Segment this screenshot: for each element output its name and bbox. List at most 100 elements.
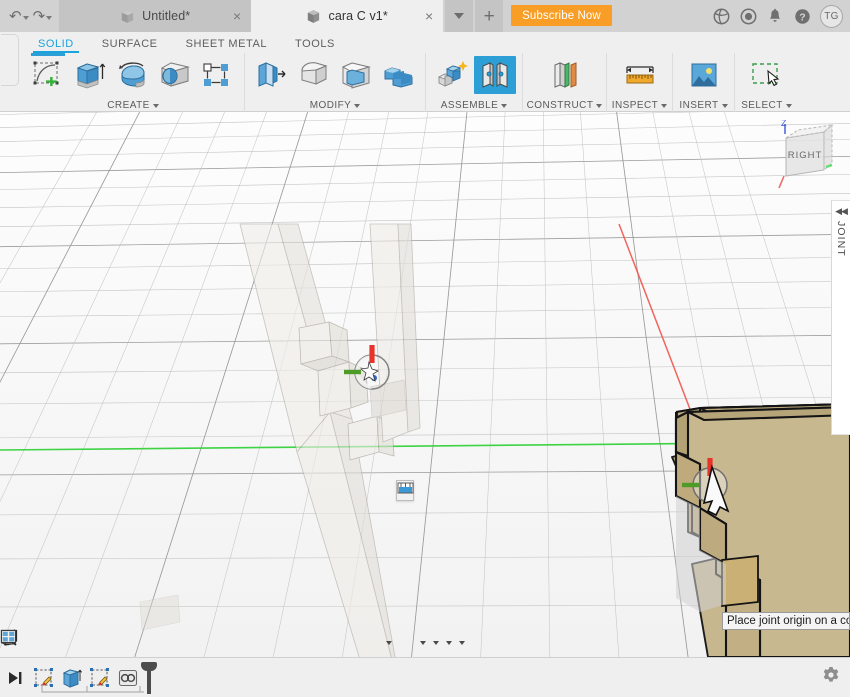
zoom-window-button[interactable]: [1, 630, 429, 654]
redo-dropdown-caret-icon[interactable]: [46, 15, 53, 20]
press-pull-icon: [258, 62, 286, 87]
chevron-down-icon: [454, 13, 465, 19]
pan-button[interactable]: [1, 629, 409, 654]
cube-icon: [121, 9, 134, 23]
document-tab-label: cara C v1*: [328, 9, 388, 23]
tab-list-button[interactable]: [445, 0, 474, 32]
chevron-down-icon: [661, 103, 668, 108]
chevron-down-icon[interactable]: [445, 641, 452, 645]
viewports-button[interactable]: [0, 629, 468, 654]
panel-inspect: INSPECT: [606, 53, 672, 112]
offset-plane-icon: [554, 62, 576, 88]
timeline-play-button[interactable]: [0, 671, 30, 685]
new-component-button[interactable]: [432, 56, 474, 94]
tab-surface[interactable]: SURFACE: [88, 38, 172, 53]
shell-button[interactable]: [335, 56, 377, 94]
joint-axis-z: [369, 345, 375, 363]
avatar[interactable]: TG: [820, 4, 843, 28]
body-pocket-face: [721, 554, 759, 608]
viewports-icon: [0, 629, 17, 644]
joint-button[interactable]: [474, 56, 516, 94]
document-tab-label: Untitled*: [142, 9, 191, 23]
close-tab-button[interactable]: ×: [233, 9, 241, 23]
joint-panel-label: JOINT: [835, 221, 847, 257]
look-at-button[interactable]: [1, 631, 402, 654]
panel-assemble: ASSEMBLE: [425, 53, 522, 112]
close-tab-button[interactable]: ×: [425, 9, 433, 23]
offset-plane-button[interactable]: [544, 56, 586, 94]
fillet-button[interactable]: [293, 56, 335, 94]
panel-label-text: SELECT: [741, 100, 783, 111]
panel-modify-label[interactable]: MODIFY: [245, 100, 425, 111]
pattern-button[interactable]: [196, 56, 238, 94]
new-tab-button[interactable]: +: [475, 0, 504, 32]
chevron-down-icon: [354, 103, 361, 108]
cube-icon: [308, 9, 320, 23]
extrude-icon: [76, 63, 106, 89]
orbit-button[interactable]: [0, 629, 395, 654]
chevron-down-icon: [596, 103, 603, 108]
joint-axis-y: [682, 482, 699, 488]
create-sketch-button[interactable]: [28, 56, 70, 94]
measure-button[interactable]: [619, 56, 661, 94]
tab-solid[interactable]: SOLID: [24, 38, 88, 53]
panel-construct: CONSTRUCT: [522, 53, 606, 112]
undo-dropdown-caret-icon[interactable]: [22, 15, 29, 20]
select-icon: [751, 63, 779, 87]
play-to-end-icon: [9, 671, 22, 684]
chevron-down-icon[interactable]: [432, 641, 439, 645]
snap-to-plane-icon[interactable]: [397, 481, 414, 495]
hole-button[interactable]: [154, 56, 196, 94]
grid-snaps-button[interactable]: [0, 629, 455, 654]
document-tab-cara-c[interactable]: cara C v1* ×: [251, 0, 444, 32]
tab-sheet-metal[interactable]: SHEET METAL: [172, 38, 281, 53]
document-tab-untitled[interactable]: Untitled* ×: [59, 0, 252, 32]
revolve-button[interactable]: [112, 56, 154, 94]
press-pull-button[interactable]: [251, 56, 293, 94]
chevron-down-icon[interactable]: [385, 641, 392, 645]
select-button[interactable]: [746, 56, 788, 94]
undo-button[interactable]: ↶: [8, 4, 30, 28]
timeline-settings-button[interactable]: [822, 666, 840, 689]
viewport-canvas[interactable]: RIGHT Z ◀◀ JOINT Place joint origin on a…: [0, 112, 850, 657]
timeline-connector: [41, 685, 144, 693]
panel-modify: MODIFY: [244, 53, 425, 112]
display-settings-button[interactable]: [0, 629, 442, 654]
chevron-down-icon[interactable]: [419, 641, 426, 645]
view-cube[interactable]: RIGHT Z: [776, 120, 838, 192]
panel-select-label[interactable]: SELECT: [735, 100, 798, 111]
bell-icon[interactable]: [762, 3, 788, 29]
redo-button[interactable]: ↷: [32, 4, 54, 28]
panel-construct-label[interactable]: CONSTRUCT: [523, 100, 606, 111]
panel-create-label[interactable]: CREATE: [22, 100, 244, 111]
joint-dialog-collapsed-panel[interactable]: ◀◀ JOINT: [831, 200, 850, 435]
snap-mini-toolbar[interactable]: [396, 480, 414, 501]
chevron-down-icon[interactable]: [458, 641, 465, 645]
chevron-down-icon: [152, 103, 159, 108]
ribbon-panels: CREATE MODIFY ASSEMBLE CONSTRUCT INSPECT…: [0, 34, 850, 112]
panel-inspect-label[interactable]: INSPECT: [607, 100, 672, 111]
hole-icon: [160, 62, 190, 87]
zoom-button[interactable]: [1, 629, 416, 654]
subscribe-now-button[interactable]: Subscribe Now: [511, 5, 612, 26]
panel-insert-label[interactable]: INSERT: [673, 100, 734, 111]
clock-icon[interactable]: [735, 3, 761, 29]
combine-button[interactable]: [377, 56, 419, 94]
chevron-down-icon: [721, 103, 728, 108]
insert-image-icon: [691, 63, 716, 87]
panel-assemble-label[interactable]: ASSEMBLE: [426, 100, 522, 111]
panel-label-text: INSPECT: [611, 100, 659, 111]
insert-image-button[interactable]: [683, 56, 725, 94]
titlebar-right-icons: ? TG: [708, 0, 850, 32]
expand-panel-icon[interactable]: ◀◀: [835, 207, 848, 216]
globe-icon[interactable]: [708, 3, 734, 29]
shell-icon: [341, 62, 371, 89]
help-icon[interactable]: ?: [789, 3, 815, 29]
history-buttons: ↶ ↷: [0, 0, 59, 32]
revolve-icon: [119, 62, 145, 88]
joint-axis-y: [344, 369, 361, 375]
timeline-bar: [0, 657, 850, 697]
data-panel-stub[interactable]: [1, 34, 19, 86]
extrude-button[interactable]: [70, 56, 112, 94]
tab-tools[interactable]: TOOLS: [281, 38, 349, 53]
